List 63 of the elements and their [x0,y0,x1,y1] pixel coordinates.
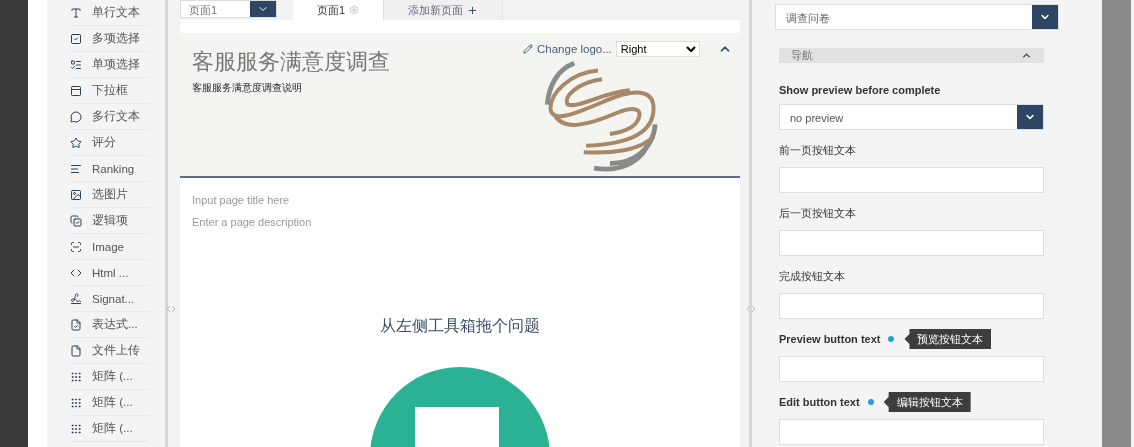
splitter-icon[interactable] [166,305,176,313]
text-field[interactable] [779,419,1044,445]
dots-grid-icon [70,422,82,435]
field-label: Preview button text [779,333,881,345]
toolbox-item[interactable]: 多行文本 [70,104,149,130]
toolbox-item[interactable]: 单行文本 [70,0,149,26]
star-icon [70,136,82,149]
survey-description: 客服服务满意度调查说明 [192,81,303,95]
survey-title: 客服服务满意度调查 [192,48,391,76]
toolbox-item[interactable]: 多项选择 [70,26,149,52]
lines-icon [70,162,82,175]
tooltip: 预览按钮文本 [904,329,992,349]
logo-position-select[interactable]: Right [615,41,700,57]
image-icon [70,188,82,201]
pencil-icon [523,44,533,54]
chat-bubble-icon [70,110,82,123]
plus-icon [467,4,479,16]
toolbox-item[interactable]: 矩阵 (... [70,416,149,442]
file-check-icon [70,318,82,331]
toolbox-item[interactable]: Image [70,234,149,260]
field-label: 完成按钮文本 [779,268,845,284]
list-icon [70,58,82,71]
field-label: 后一页按钮文本 [779,205,856,221]
drop-hint: 从左侧工具箱拖个问题 [379,316,541,336]
field-label: Edit button text [779,396,860,408]
text-field[interactable] [779,230,1044,256]
change-logo-link[interactable]: Change logo... [523,43,612,55]
settings-icon[interactable] [349,5,360,15]
toolbox-item[interactable]: 逻辑项 [70,208,149,234]
info-dot-icon[interactable] [867,399,874,405]
signature-icon [70,292,82,305]
toolbox-item[interactable]: 下拉框 [70,78,149,104]
field-label: 前一页按钮文本 [779,142,856,158]
text-field[interactable] [779,167,1044,193]
text-field[interactable] [779,356,1044,382]
toolbox-item[interactable]: 文件上传 [70,338,149,364]
image-frame-icon [70,240,82,253]
toolbox-item[interactable]: Ranking [70,156,149,182]
section-header[interactable]: 导航 [779,48,1044,63]
dots-grid-icon [70,396,82,409]
checkbox-icon [70,32,82,45]
text-field[interactable] [779,293,1044,319]
file-icon [70,344,82,357]
panel-icon [70,84,82,97]
toolbox-item[interactable]: 表达式... [70,312,149,338]
select-field[interactable]: no preview [779,104,1044,130]
toolbox-item[interactable]: 矩阵 (... [70,364,149,390]
page-tab[interactable]: 页面1 [293,0,385,20]
dots-grid-icon [70,370,82,383]
object-select[interactable]: 调查问卷 [775,4,1059,30]
toolbox-item[interactable]: 矩阵 (... [70,390,149,416]
toolbox-item[interactable]: 评分 [70,130,149,156]
toolbox-item[interactable]: 选图片 [70,182,149,208]
text-icon [70,6,82,19]
tooltip: 编辑按钮文本 [883,392,971,412]
field-label: Show preview before complete [779,84,941,96]
toolbox-item[interactable]: Signat... [70,286,149,312]
info-dot-icon[interactable] [888,336,895,342]
toolbox-item[interactable]: 单项选择 [70,52,149,78]
page-select[interactable]: 页面1 [180,0,277,18]
chevron-up-icon [1021,50,1032,61]
checklist-icon [70,214,82,227]
toolbox-item[interactable]: Html ... [70,260,149,286]
